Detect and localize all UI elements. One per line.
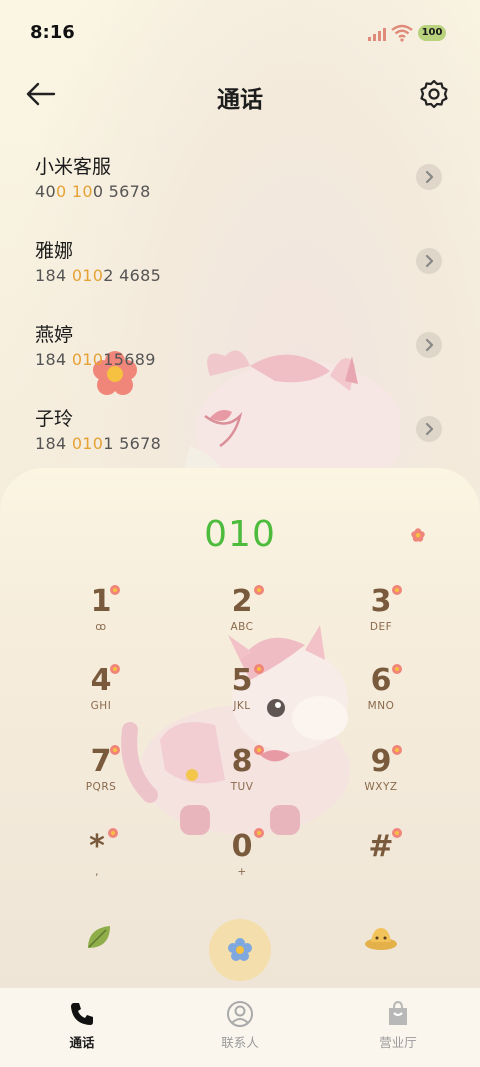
status-bar: 8:16 100: [0, 0, 480, 66]
dial-key-3[interactable]: 3 DEF: [326, 585, 436, 655]
dialed-number-display: 010: [204, 514, 276, 555]
page-title: 通话: [217, 87, 263, 113]
flower-icon: [392, 585, 402, 595]
contact-detail-button[interactable]: [416, 248, 442, 274]
dial-key-1[interactable]: 1 ꝏ: [46, 585, 156, 655]
call-button[interactable]: [209, 919, 271, 981]
chevron-right-icon: [425, 422, 434, 436]
contact-detail-button[interactable]: [416, 164, 442, 190]
key-letters: TUV: [230, 781, 254, 793]
flower-icon: [108, 828, 118, 838]
dialer-screen: 8:16 100 通话 小米客服 400 100 5678 雅娜 184 010…: [0, 0, 480, 1067]
contact-number: 184 0102 4685: [35, 266, 162, 285]
battery-indicator: 100: [418, 25, 446, 41]
flower-icon: [392, 745, 402, 755]
flower-icon: [392, 664, 402, 674]
dial-key-star[interactable]: * ,: [42, 830, 152, 900]
key-letters: ,: [95, 866, 99, 878]
shopping-bag-icon: [389, 1000, 407, 1025]
flower-icon: [110, 664, 120, 674]
key-digit: 7: [90, 744, 112, 779]
flower-icon: [411, 528, 425, 542]
key-digit: #: [368, 829, 394, 864]
contact-name: 小米客服: [35, 156, 112, 178]
key-digit: 8: [231, 744, 253, 779]
phone-icon: [71, 1003, 93, 1025]
flower-icon: [110, 585, 120, 595]
nav-label: 通话: [69, 1035, 95, 1050]
key-letters: DEF: [369, 621, 393, 633]
contact-row[interactable]: 燕婷 184 01015689: [0, 320, 480, 404]
gold-ingot-icon[interactable]: [364, 922, 398, 952]
flower-icon: [254, 664, 264, 674]
gear-icon[interactable]: [418, 78, 450, 110]
key-letters: JKL: [233, 700, 251, 712]
contact-number: 184 0101 5678: [35, 434, 162, 453]
contact-detail-button[interactable]: [416, 416, 442, 442]
key-digit: 1: [90, 584, 112, 619]
signal-icon: [368, 28, 386, 41]
flower-icon: [228, 938, 252, 961]
contact-detail-button[interactable]: [416, 332, 442, 358]
contact-number: 184 01015689: [35, 350, 156, 369]
key-digit: 2: [231, 584, 253, 619]
dial-key-8[interactable]: 8 TUV: [187, 745, 297, 815]
dial-key-0[interactable]: 0 +: [187, 830, 297, 900]
voicemail-icon: ꝏ: [95, 621, 107, 633]
key-digit: 4: [90, 663, 112, 698]
contact-row[interactable]: 雅娜 184 0102 4685: [0, 236, 480, 320]
contact-icon: [227, 1001, 253, 1027]
status-time: 8:16: [30, 22, 75, 43]
nav-label: 联系人: [221, 1035, 259, 1050]
contact-name: 子玲: [35, 408, 74, 430]
key-digit: 0: [231, 829, 253, 864]
key-letters: WXYZ: [364, 781, 398, 793]
dial-key-5[interactable]: 5 JKL: [187, 664, 297, 734]
dial-key-6[interactable]: 6 MNO: [326, 664, 436, 734]
contact-name: 雅娜: [35, 240, 74, 262]
nav-tab-service-hall[interactable]: 营业厅: [348, 1000, 448, 1056]
dial-key-7[interactable]: 7 PQRS: [46, 745, 156, 815]
nav-tab-contacts[interactable]: 联系人: [190, 1000, 290, 1056]
nav-tab-calls[interactable]: 通话: [32, 1000, 132, 1056]
key-digit: 9: [370, 744, 392, 779]
key-digit: *: [89, 829, 105, 864]
dial-key-2[interactable]: 2 ABC: [187, 585, 297, 655]
key-digit: 5: [231, 663, 253, 698]
key-letters: PQRS: [85, 781, 117, 793]
key-letters: MNO: [367, 700, 395, 712]
flower-icon: [392, 828, 402, 838]
key-digit: 3: [370, 584, 392, 619]
dial-key-4[interactable]: 4 GHI: [46, 664, 156, 734]
key-letters: +: [237, 866, 247, 878]
bottom-nav: 通话 联系人 营业厅: [0, 988, 480, 1067]
flower-icon: [254, 745, 264, 755]
flower-icon: [254, 828, 264, 838]
contact-number: 400 100 5678: [35, 182, 151, 201]
chevron-right-icon: [425, 254, 434, 268]
flower-icon: [110, 745, 120, 755]
nav-label: 营业厅: [379, 1035, 417, 1050]
contact-row[interactable]: 小米客服 400 100 5678: [0, 152, 480, 236]
key-digit: 6: [370, 663, 392, 698]
dial-key-9[interactable]: 9 WXYZ: [326, 745, 436, 815]
wifi-icon: [391, 24, 413, 42]
chevron-right-icon: [425, 170, 434, 184]
leaf-icon[interactable]: [84, 922, 114, 952]
key-letters: GHI: [90, 700, 112, 712]
dial-key-hash[interactable]: #: [326, 830, 436, 900]
contact-name: 燕婷: [35, 324, 74, 346]
chevron-right-icon: [425, 338, 434, 352]
flower-icon: [254, 585, 264, 595]
key-letters: ABC: [230, 621, 254, 633]
